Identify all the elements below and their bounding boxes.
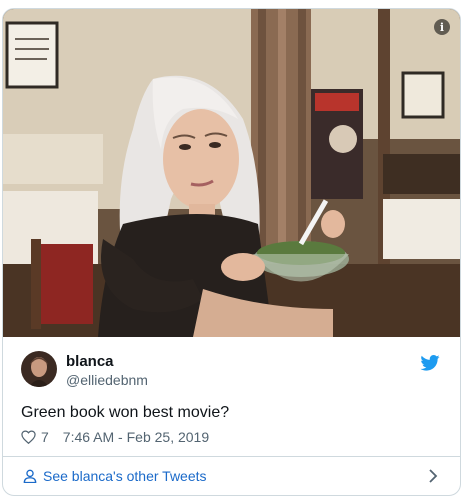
avatar[interactable] xyxy=(21,351,57,387)
tweet-body: blanca @elliedebnm Green book won best m… xyxy=(3,337,460,455)
user-handle[interactable]: @elliedebnm xyxy=(66,372,148,388)
tweet-text: Green book won best movie? xyxy=(21,404,230,421)
tweet-meta: 7 7:46 AM - Feb 25, 2019 xyxy=(21,429,209,445)
info-icon[interactable]: i xyxy=(434,19,450,35)
twitter-bird-icon[interactable] xyxy=(420,355,440,371)
chevron-right-icon[interactable] xyxy=(428,469,438,483)
other-tweets-link[interactable]: See blanca's other Tweets xyxy=(3,457,460,495)
other-tweets-link-text[interactable]: See blanca's other Tweets xyxy=(43,468,207,484)
tweet-timestamp[interactable]: 7:46 AM - Feb 25, 2019 xyxy=(63,429,209,445)
display-name[interactable]: blanca xyxy=(66,353,114,370)
heart-icon[interactable] xyxy=(21,430,36,444)
person-icon xyxy=(23,469,37,483)
embedded-tweet-card: i blanca @elliedebnm Green book won best… xyxy=(2,8,461,496)
like-count[interactable]: 7 xyxy=(41,429,49,445)
tweet-media-image[interactable]: i xyxy=(3,9,460,337)
